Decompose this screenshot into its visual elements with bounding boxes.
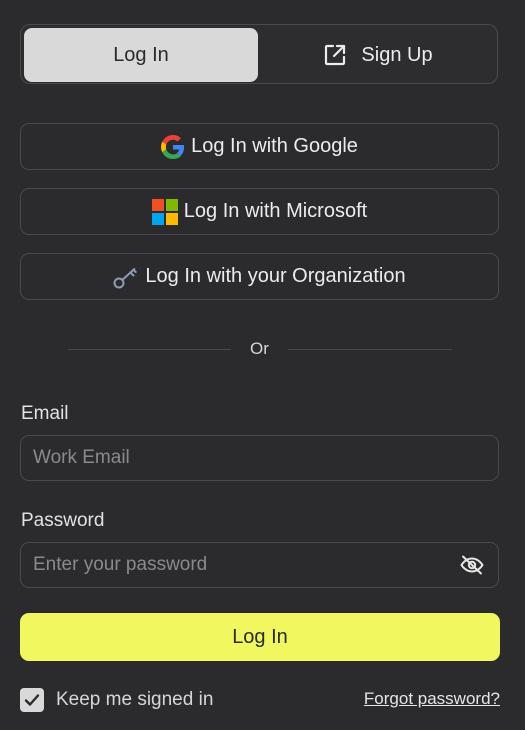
email-label: Email xyxy=(21,403,69,424)
eye-off-icon[interactable] xyxy=(460,554,484,576)
password-label: Password xyxy=(21,510,105,531)
organization-login-button[interactable]: Log In with your Organization xyxy=(20,253,499,300)
password-field-container xyxy=(20,542,499,588)
keep-signed-in-checkbox[interactable] xyxy=(20,688,44,712)
tab-signup-label: Sign Up xyxy=(361,43,433,66)
auth-tabs: Log In Sign Up xyxy=(20,24,498,84)
login-submit-button[interactable]: Log In xyxy=(20,613,500,661)
login-submit-label: Log In xyxy=(232,625,288,648)
external-link-icon xyxy=(323,43,361,67)
divider-text: Or xyxy=(250,339,269,358)
checkmark-icon xyxy=(24,693,40,707)
microsoft-icon xyxy=(151,198,178,225)
tab-signup[interactable]: Sign Up xyxy=(261,28,495,82)
google-icon xyxy=(161,134,185,159)
or-divider: Or xyxy=(68,338,452,360)
password-field[interactable] xyxy=(33,543,433,587)
microsoft-login-label: Log In with Microsoft xyxy=(183,200,368,222)
google-login-button[interactable]: Log In with Google xyxy=(20,123,499,170)
key-icon xyxy=(113,265,139,289)
microsoft-login-button[interactable]: Log In with Microsoft xyxy=(20,188,499,235)
email-field-container xyxy=(20,435,499,481)
keep-signed-in-toggle[interactable]: Keep me signed in xyxy=(20,688,213,712)
organization-login-label: Log In with your Organization xyxy=(145,265,406,287)
keep-signed-in-label: Keep me signed in xyxy=(56,689,214,710)
google-login-label: Log In with Google xyxy=(191,135,358,157)
forgot-password-link[interactable]: Forgot password? xyxy=(364,689,500,709)
divider-line-right xyxy=(288,349,452,350)
email-field[interactable] xyxy=(33,436,433,480)
divider-line-left xyxy=(68,349,231,350)
tab-login[interactable]: Log In xyxy=(24,28,258,82)
tab-login-label: Log In xyxy=(113,43,169,66)
